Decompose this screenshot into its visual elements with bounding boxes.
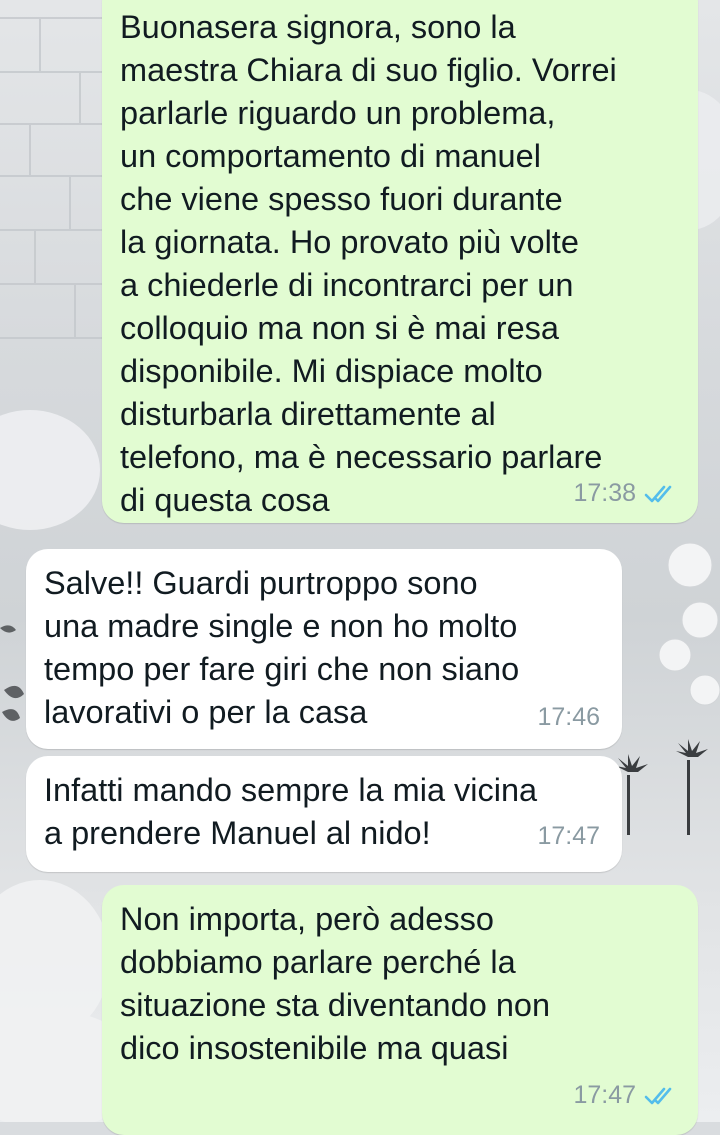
double-check-icon bbox=[644, 485, 672, 502]
message-time: 17:46 bbox=[537, 703, 600, 731]
outgoing-message[interactable]: Buonasera signora, sono la maestra Chiar… bbox=[102, 0, 698, 523]
message-time: 17:47 bbox=[537, 822, 600, 850]
incoming-message[interactable]: Infatti mando sempre la mia vicina a pre… bbox=[26, 756, 622, 872]
incoming-message[interactable]: Salve!! Guardi purtroppo sono una madre … bbox=[26, 549, 622, 749]
message-meta: 17:46 bbox=[537, 696, 600, 739]
message-meta: 17:47 bbox=[537, 815, 600, 858]
double-check-icon bbox=[644, 1087, 672, 1104]
chat-conversation[interactable]: Buonasera signora, sono la maestra Chiar… bbox=[0, 0, 720, 1135]
message-time: 17:47 bbox=[573, 1081, 636, 1109]
message-text: Infatti mando sempre la mia vicina a pre… bbox=[44, 772, 538, 851]
message-meta: 17:38 bbox=[573, 472, 678, 515]
message-text: Salve!! Guardi purtroppo sono una madre … bbox=[44, 565, 520, 730]
message-time: 17:38 bbox=[573, 479, 636, 507]
outgoing-message[interactable]: Non importa, però adesso dobbiamo parlar… bbox=[102, 885, 698, 1135]
message-text: Non importa, però adesso dobbiamo parlar… bbox=[120, 901, 551, 1066]
message-text: Buonasera signora, sono la maestra Chiar… bbox=[120, 9, 617, 518]
message-meta: 17:47 bbox=[573, 1074, 678, 1117]
